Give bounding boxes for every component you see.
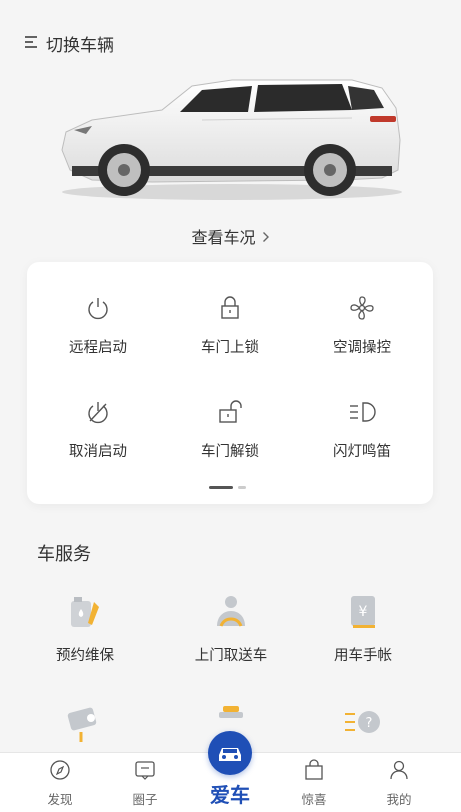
lock-icon — [214, 292, 246, 324]
dashcam-icon — [63, 700, 107, 744]
pickup-delivery-label: 上门取送车 — [194, 648, 268, 664]
page-indicator — [209, 486, 246, 489]
ac-control-label: 空调操控 — [333, 340, 391, 356]
view-car-status-label: 查看车况 — [191, 228, 256, 247]
door-unlock-button[interactable]: 车门解锁 — [165, 396, 295, 486]
switch-vehicle-button[interactable]: 切换车辆 — [24, 30, 114, 56]
nav-surprise[interactable]: 惊喜 — [284, 759, 344, 808]
message-icon — [134, 759, 156, 785]
remote-start-button[interactable]: 远程启动 — [33, 292, 163, 382]
nav-me-label: 我的 — [386, 792, 412, 807]
maintenance-booking-label: 预约维保 — [56, 648, 114, 664]
cancel-start-label: 取消启动 — [69, 444, 127, 460]
user-icon — [388, 759, 410, 785]
menu-icon — [24, 34, 38, 53]
help-headlight-icon: ? — [341, 700, 385, 744]
view-car-status-link[interactable]: 查看车况 — [0, 224, 461, 248]
svg-text:?: ? — [366, 716, 373, 731]
nav-circle[interactable]: 圈子 — [115, 759, 175, 808]
chevron-right-icon — [262, 228, 270, 247]
nav-my-car-label: 爱车 — [210, 783, 250, 807]
door-lock-button[interactable]: 车门上锁 — [165, 292, 295, 382]
power-off-icon — [82, 396, 114, 428]
nav-discover[interactable]: 发现 — [30, 759, 90, 808]
nav-surprise-label: 惊喜 — [301, 792, 327, 807]
maintenance-booking-button[interactable]: 预约维保 — [20, 590, 150, 680]
page-dot — [238, 486, 246, 489]
switch-vehicle-label: 切换车辆 — [46, 35, 114, 56]
door-unlock-label: 车门解锁 — [201, 444, 259, 460]
page-dot-active — [209, 486, 233, 489]
svg-text:¥: ¥ — [359, 604, 368, 620]
car-icon — [208, 731, 252, 775]
power-icon — [82, 292, 114, 324]
nav-circle-label: 圈子 — [132, 792, 158, 807]
car-ledger-icon: ¥ — [341, 590, 385, 634]
cancel-start-button[interactable]: 取消启动 — [33, 396, 163, 486]
car-ledger-button[interactable]: ¥ 用车手帐 — [298, 590, 428, 680]
fan-icon — [346, 292, 378, 324]
headlight-icon — [346, 396, 378, 428]
app-screen: 切换车辆 查看车况 远程启动 车门上锁 空调操控 取消启动 车门解锁 闪灯鸣笛 … — [0, 0, 461, 812]
pickup-delivery-button[interactable]: 上门取送车 — [166, 590, 296, 680]
unlock-icon — [214, 396, 246, 428]
bottom-nav: 发现 圈子 爱车 惊喜 我的 — [0, 731, 461, 812]
door-lock-label: 车门上锁 — [201, 340, 259, 356]
nav-my-car[interactable]: 爱车 — [202, 731, 258, 808]
services-title: 车服务 — [37, 544, 91, 565]
ac-control-button[interactable]: 空调操控 — [297, 292, 427, 382]
flash-horn-label: 闪灯鸣笛 — [333, 444, 391, 460]
compass-icon — [49, 759, 71, 785]
bag-icon — [303, 759, 325, 785]
remote-start-label: 远程启动 — [69, 340, 127, 356]
nav-discover-label: 发现 — [47, 792, 73, 807]
nav-me[interactable]: 我的 — [369, 759, 429, 808]
flash-horn-button[interactable]: 闪灯鸣笛 — [297, 396, 427, 486]
car-ledger-label: 用车手帐 — [334, 648, 392, 664]
remote-control-card: 远程启动 车门上锁 空调操控 取消启动 车门解锁 闪灯鸣笛 — [27, 262, 433, 504]
car-image — [52, 70, 408, 205]
pickup-delivery-icon — [209, 590, 253, 634]
oil-maintenance-icon — [63, 590, 107, 634]
